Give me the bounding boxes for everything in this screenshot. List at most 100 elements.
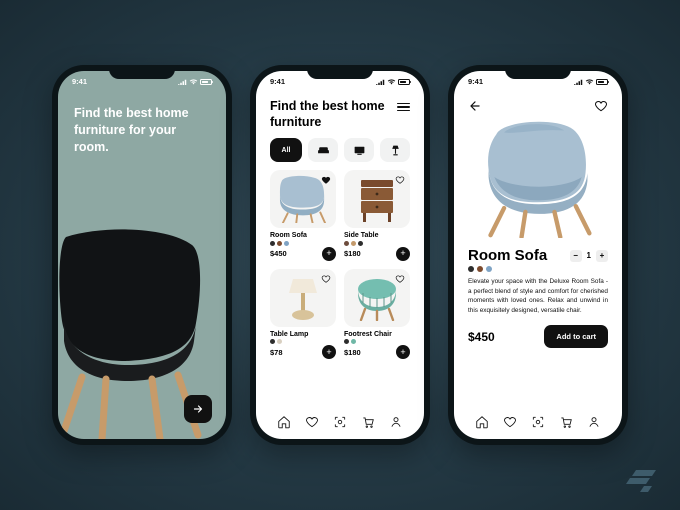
detail-header bbox=[454, 89, 622, 115]
swatch[interactable] bbox=[344, 241, 349, 246]
scan-icon[interactable] bbox=[531, 415, 545, 429]
wifi-icon bbox=[387, 79, 396, 85]
add-to-cart-button[interactable]: Add to cart bbox=[544, 325, 608, 348]
swatch[interactable] bbox=[344, 339, 349, 344]
catalog-title: Find the best home furniture bbox=[270, 99, 390, 130]
next-button[interactable] bbox=[184, 395, 212, 423]
swatch[interactable] bbox=[477, 266, 483, 272]
signal-icon bbox=[574, 79, 583, 85]
home-icon[interactable] bbox=[475, 415, 489, 429]
chip-tv[interactable] bbox=[344, 138, 374, 162]
cart-icon[interactable] bbox=[361, 415, 375, 429]
product-name: Table Lamp bbox=[270, 331, 336, 338]
catalog-screen: 9:41 Find the best home furniture All bbox=[256, 71, 424, 439]
heart-icon[interactable] bbox=[305, 415, 319, 429]
profile-icon[interactable] bbox=[587, 415, 601, 429]
swatch[interactable] bbox=[486, 266, 492, 272]
product-name: Side Table bbox=[344, 232, 410, 239]
product-price: $78 bbox=[270, 348, 283, 357]
notch bbox=[109, 65, 175, 79]
swatch[interactable] bbox=[284, 241, 289, 246]
add-button[interactable]: + bbox=[322, 345, 336, 359]
profile-icon[interactable] bbox=[389, 415, 403, 429]
back-button[interactable] bbox=[468, 99, 482, 113]
quantity-stepper: − 1 + bbox=[570, 250, 608, 262]
notch bbox=[505, 65, 571, 79]
wifi-icon bbox=[585, 79, 594, 85]
swatch[interactable] bbox=[270, 339, 275, 344]
qty-plus[interactable]: + bbox=[596, 250, 608, 262]
chip-lamp[interactable] bbox=[380, 138, 410, 162]
lamp-image bbox=[283, 273, 323, 323]
category-chips: All bbox=[256, 136, 424, 170]
lamp-icon bbox=[389, 144, 402, 157]
wifi-icon bbox=[189, 79, 198, 85]
onboarding-screen: 9:41 Find the best home furniture for yo… bbox=[58, 71, 226, 439]
product-title: Room Sofa bbox=[468, 247, 547, 264]
swatch[interactable] bbox=[468, 266, 474, 272]
onboarding-headline: Find the best home furniture for your ro… bbox=[58, 89, 226, 156]
table-image bbox=[355, 174, 399, 224]
qty-value: 1 bbox=[587, 251, 591, 260]
product-price: $450 bbox=[270, 249, 287, 258]
color-swatches bbox=[270, 241, 336, 246]
swatch[interactable] bbox=[358, 241, 363, 246]
heart-icon[interactable] bbox=[503, 415, 517, 429]
add-button[interactable]: + bbox=[396, 247, 410, 261]
phone-detail: 9:41 bbox=[448, 65, 628, 445]
heart-icon[interactable] bbox=[321, 274, 331, 284]
status-icons bbox=[178, 79, 212, 85]
qty-minus[interactable]: − bbox=[570, 250, 582, 262]
chip-sofa[interactable] bbox=[308, 138, 338, 162]
color-swatches bbox=[270, 339, 336, 344]
product-thumb bbox=[270, 269, 336, 327]
color-swatches bbox=[344, 339, 410, 344]
color-swatches bbox=[344, 241, 410, 246]
status-time: 9:41 bbox=[270, 77, 285, 86]
add-button[interactable]: + bbox=[322, 247, 336, 261]
product-description: Elevate your space with the Deluxe Room … bbox=[454, 277, 622, 315]
cart-icon[interactable] bbox=[559, 415, 573, 429]
heart-icon[interactable] bbox=[395, 175, 405, 185]
product-card[interactable]: Footrest Chair $180 + bbox=[344, 269, 410, 360]
tv-icon bbox=[353, 144, 366, 157]
tab-bar bbox=[256, 409, 424, 439]
heart-icon[interactable] bbox=[395, 274, 405, 284]
favorite-button[interactable] bbox=[594, 99, 608, 113]
sofa-icon bbox=[317, 144, 330, 157]
home-icon[interactable] bbox=[277, 415, 291, 429]
product-card[interactable]: Side Table $180 + bbox=[344, 170, 410, 261]
hero-chair-image bbox=[58, 229, 202, 439]
catalog-header: Find the best home furniture bbox=[256, 89, 424, 136]
swatch[interactable] bbox=[277, 241, 282, 246]
status-time: 9:41 bbox=[468, 77, 483, 86]
product-name: Room Sofa bbox=[270, 232, 336, 239]
product-card[interactable]: Room Sofa $450 + bbox=[270, 170, 336, 261]
status-icons bbox=[574, 79, 608, 85]
product-thumb bbox=[344, 170, 410, 228]
product-name: Footrest Chair bbox=[344, 331, 410, 338]
purchase-row: $450 Add to cart bbox=[454, 315, 622, 348]
menu-button[interactable] bbox=[397, 103, 410, 111]
title-row: Room Sofa − 1 + bbox=[454, 243, 622, 266]
heart-icon[interactable] bbox=[321, 175, 331, 185]
product-hero-image bbox=[454, 115, 622, 243]
phone-catalog: 9:41 Find the best home furniture All bbox=[250, 65, 430, 445]
add-button[interactable]: + bbox=[396, 345, 410, 359]
swatch[interactable] bbox=[270, 241, 275, 246]
battery-icon bbox=[596, 79, 608, 85]
swatch[interactable] bbox=[277, 339, 282, 344]
swatch[interactable] bbox=[351, 339, 356, 344]
battery-icon bbox=[398, 79, 410, 85]
signal-icon bbox=[178, 79, 187, 85]
notch bbox=[307, 65, 373, 79]
tab-bar bbox=[454, 409, 622, 439]
brand-logo bbox=[624, 466, 660, 494]
chip-all[interactable]: All bbox=[270, 138, 302, 162]
scan-icon[interactable] bbox=[333, 415, 347, 429]
product-price: $450 bbox=[468, 330, 495, 344]
product-card[interactable]: Table Lamp $78 + bbox=[270, 269, 336, 360]
status-icons bbox=[376, 79, 410, 85]
product-thumb bbox=[344, 269, 410, 327]
swatch[interactable] bbox=[351, 241, 356, 246]
